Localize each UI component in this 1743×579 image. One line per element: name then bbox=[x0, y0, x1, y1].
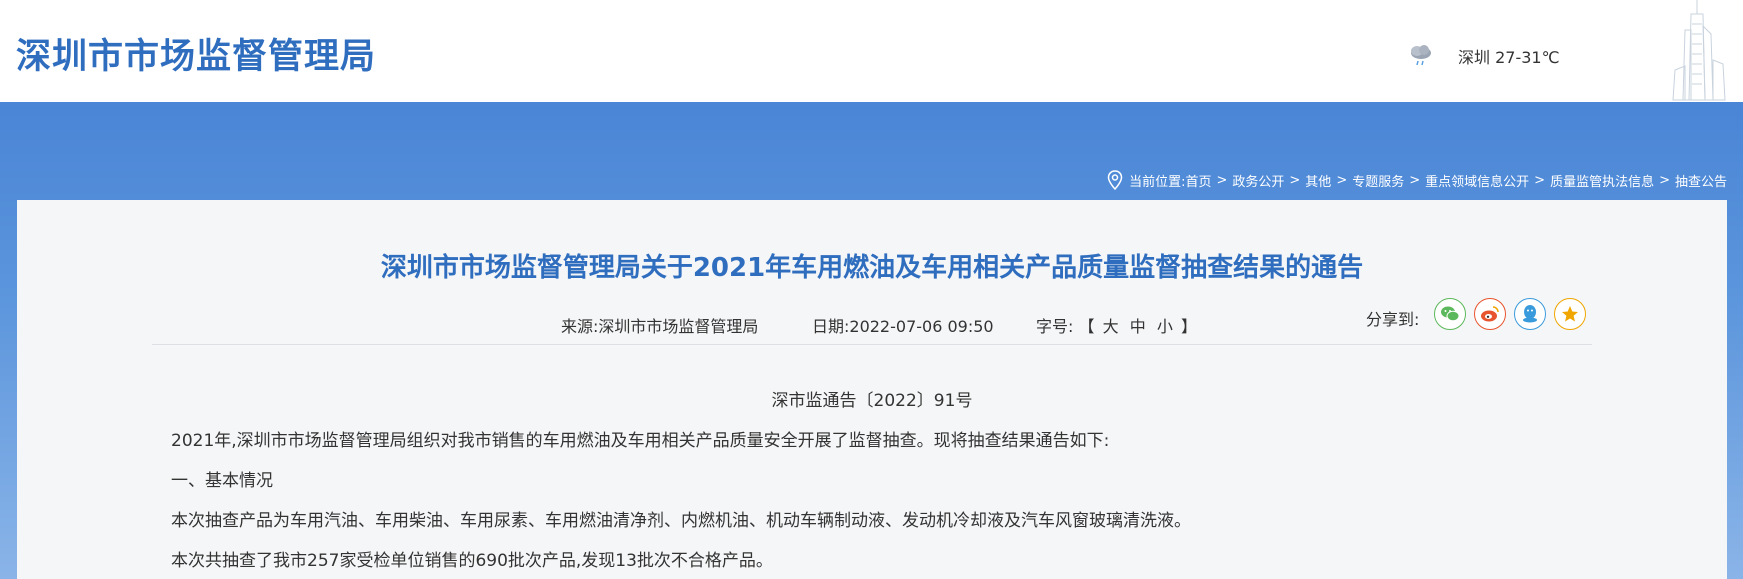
breadcrumb-separator: > bbox=[1409, 172, 1421, 188]
article-paragraph: 本次抽查产品为车用汽油、车用柴油、车用尿素、车用燃油清净剂、内燃机油、机动车辆制… bbox=[171, 511, 1191, 531]
article-date: 日期:2022-07-06 09:50 bbox=[812, 317, 994, 336]
share-label: 分享到: bbox=[1366, 310, 1420, 329]
share-wechat-button[interactable] bbox=[1434, 298, 1466, 330]
qq-icon bbox=[1523, 305, 1537, 323]
divider bbox=[152, 344, 1592, 345]
share-weibo-button[interactable] bbox=[1474, 298, 1506, 330]
font-size-medium-button[interactable]: 中 bbox=[1130, 317, 1146, 336]
article-paragraph: 2021年,深圳市市场监督管理局组织对我市销售的车用燃油及车用相关产品质量安全开… bbox=[171, 431, 1110, 451]
breadcrumb-separator: > bbox=[1659, 172, 1670, 188]
breadcrumb-prefix: 当前位置: bbox=[1129, 174, 1186, 190]
weather-text: 深圳 27-31℃ bbox=[1458, 48, 1560, 67]
article-paragraph: 本次共抽查了我市257家受检单位销售的690批次产品,发现13批次不合格产品。 bbox=[171, 551, 773, 571]
font-size-small-button[interactable]: 小 bbox=[1157, 317, 1173, 336]
breadcrumb-key-areas[interactable]: 重点领域信息公开 bbox=[1425, 171, 1529, 190]
weibo-icon bbox=[1481, 306, 1499, 322]
font-size-control: 字号: 【 大 中 小 】 bbox=[1036, 313, 1197, 337]
breadcrumb-special-services[interactable]: 专题服务 bbox=[1352, 171, 1404, 190]
breadcrumb-quality-enforcement[interactable]: 质量监管执法信息 bbox=[1550, 171, 1654, 190]
font-size-large-button[interactable]: 大 bbox=[1103, 317, 1119, 336]
document-number: 深市监通告〔2022〕91号 bbox=[771, 391, 973, 411]
font-size-bracket-close: 】 bbox=[1180, 317, 1197, 336]
article-source: 来源:深圳市市场监督管理局 bbox=[561, 317, 759, 336]
font-size-label: 字号: bbox=[1036, 317, 1074, 336]
building-illustration bbox=[1672, 0, 1726, 101]
breadcrumb-other[interactable]: 其他 bbox=[1305, 171, 1331, 190]
breadcrumb-separator: > bbox=[1534, 172, 1546, 188]
breadcrumb-separator: > bbox=[1289, 172, 1301, 188]
breadcrumb-separator: > bbox=[1336, 172, 1348, 188]
breadcrumb-home[interactable]: 首页 bbox=[1185, 171, 1211, 190]
site-title[interactable]: 深圳市市场监督管理局 bbox=[16, 28, 376, 79]
font-size-bracket-open: 【 bbox=[1078, 317, 1095, 336]
article-paragraph: 一、基本情况 bbox=[171, 471, 273, 491]
breadcrumb-gov-affairs[interactable]: 政务公开 bbox=[1232, 171, 1284, 190]
wechat-icon bbox=[1441, 306, 1460, 322]
star-icon bbox=[1562, 306, 1578, 322]
location-pin-icon bbox=[1107, 170, 1123, 190]
breadcrumb-separator: > bbox=[1216, 172, 1228, 188]
cloud-rain-icon bbox=[1411, 45, 1431, 66]
breadcrumb: 当前位置: 首页 > 政务公开 > 其他 > 专题服务 > 重点领域信息公开 >… bbox=[1107, 170, 1727, 190]
article-title: 深圳市市场监督管理局关于2021年车用燃油及车用相关产品质量监督抽查结果的通告 bbox=[380, 253, 1364, 283]
breadcrumb-spot-check[interactable]: 抽查公告 bbox=[1675, 171, 1727, 190]
share-qq-button[interactable] bbox=[1514, 298, 1546, 330]
share-favorite-button[interactable] bbox=[1554, 298, 1586, 330]
site-header: 深圳市市场监督管理局 深圳 27-31℃ bbox=[0, 0, 1743, 102]
